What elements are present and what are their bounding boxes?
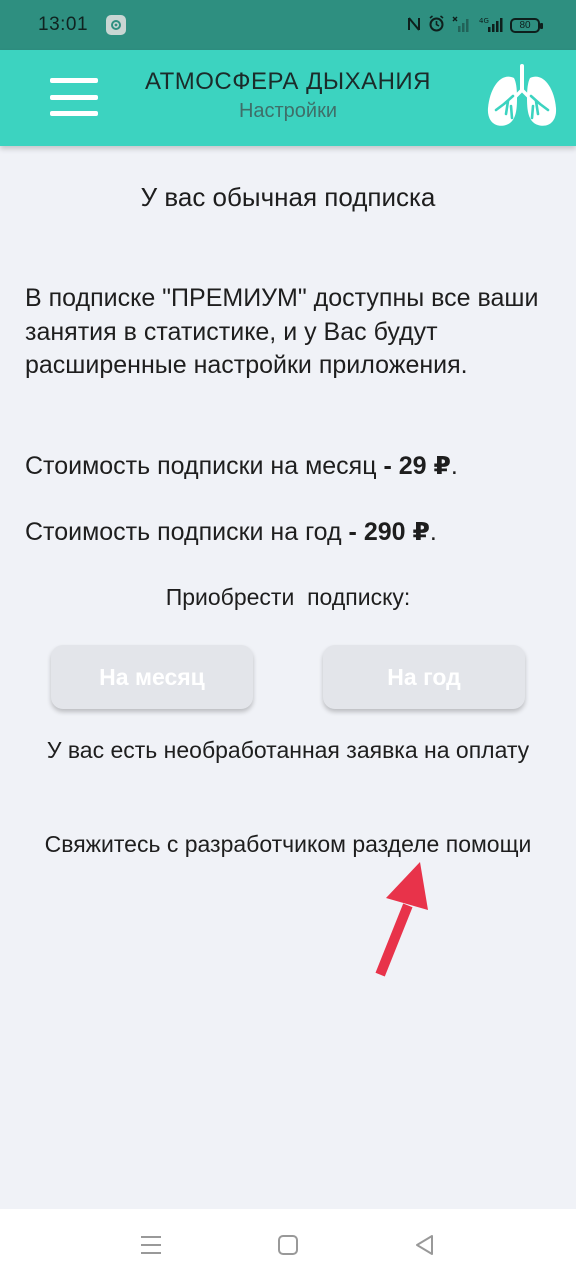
app-bar: АТМОСФЕРА ДЫХАНИЯ Настройки xyxy=(0,50,576,146)
buy-month-button[interactable]: На месяц xyxy=(51,645,253,709)
network-4g-icon: 4G xyxy=(479,16,503,35)
alarm-icon xyxy=(428,15,445,35)
home-icon[interactable] xyxy=(274,1231,302,1259)
price-year: Стоимость подписки на год - 290 ₽. xyxy=(25,518,437,546)
price-month: Стоимость подписки на месяц - 29 ₽. xyxy=(25,452,458,480)
recents-icon[interactable] xyxy=(137,1231,165,1259)
nfc-icon xyxy=(407,16,421,35)
subscription-status: У вас обычная подписка xyxy=(140,182,436,212)
price-year-value: - 290 ₽ xyxy=(341,518,430,546)
navigation-bar xyxy=(0,1209,576,1280)
contact-developer-note: Свяжитесь с разработчиком разделе помощи xyxy=(44,831,532,857)
pending-payment-note: У вас есть необработанная заявка на опла… xyxy=(46,737,530,763)
lungs-icon xyxy=(487,64,557,126)
status-bar: 13:01 4G 80 xyxy=(0,0,576,50)
svg-text:4G: 4G xyxy=(479,17,489,25)
back-icon[interactable] xyxy=(411,1231,439,1259)
gear-icon xyxy=(106,15,127,35)
buy-subscription-label: Приобрести подписку: xyxy=(165,584,411,610)
signal-icon xyxy=(452,16,472,35)
arrow-annotation xyxy=(375,862,428,977)
status-icons: 4G 80 xyxy=(407,15,543,35)
buy-year-button[interactable]: На год xyxy=(323,645,525,709)
price-year-label: Стоимость подписки на год xyxy=(25,518,342,546)
price-month-value: - 29 ₽ xyxy=(376,452,451,480)
premium-description: В подписке "ПРЕМИУМ" доступны все ваши з… xyxy=(25,284,539,379)
status-time: 13:01 xyxy=(38,14,89,35)
battery-icon: 80 xyxy=(510,17,543,33)
price-month-label: Стоимость подписки на месяц xyxy=(25,452,377,480)
